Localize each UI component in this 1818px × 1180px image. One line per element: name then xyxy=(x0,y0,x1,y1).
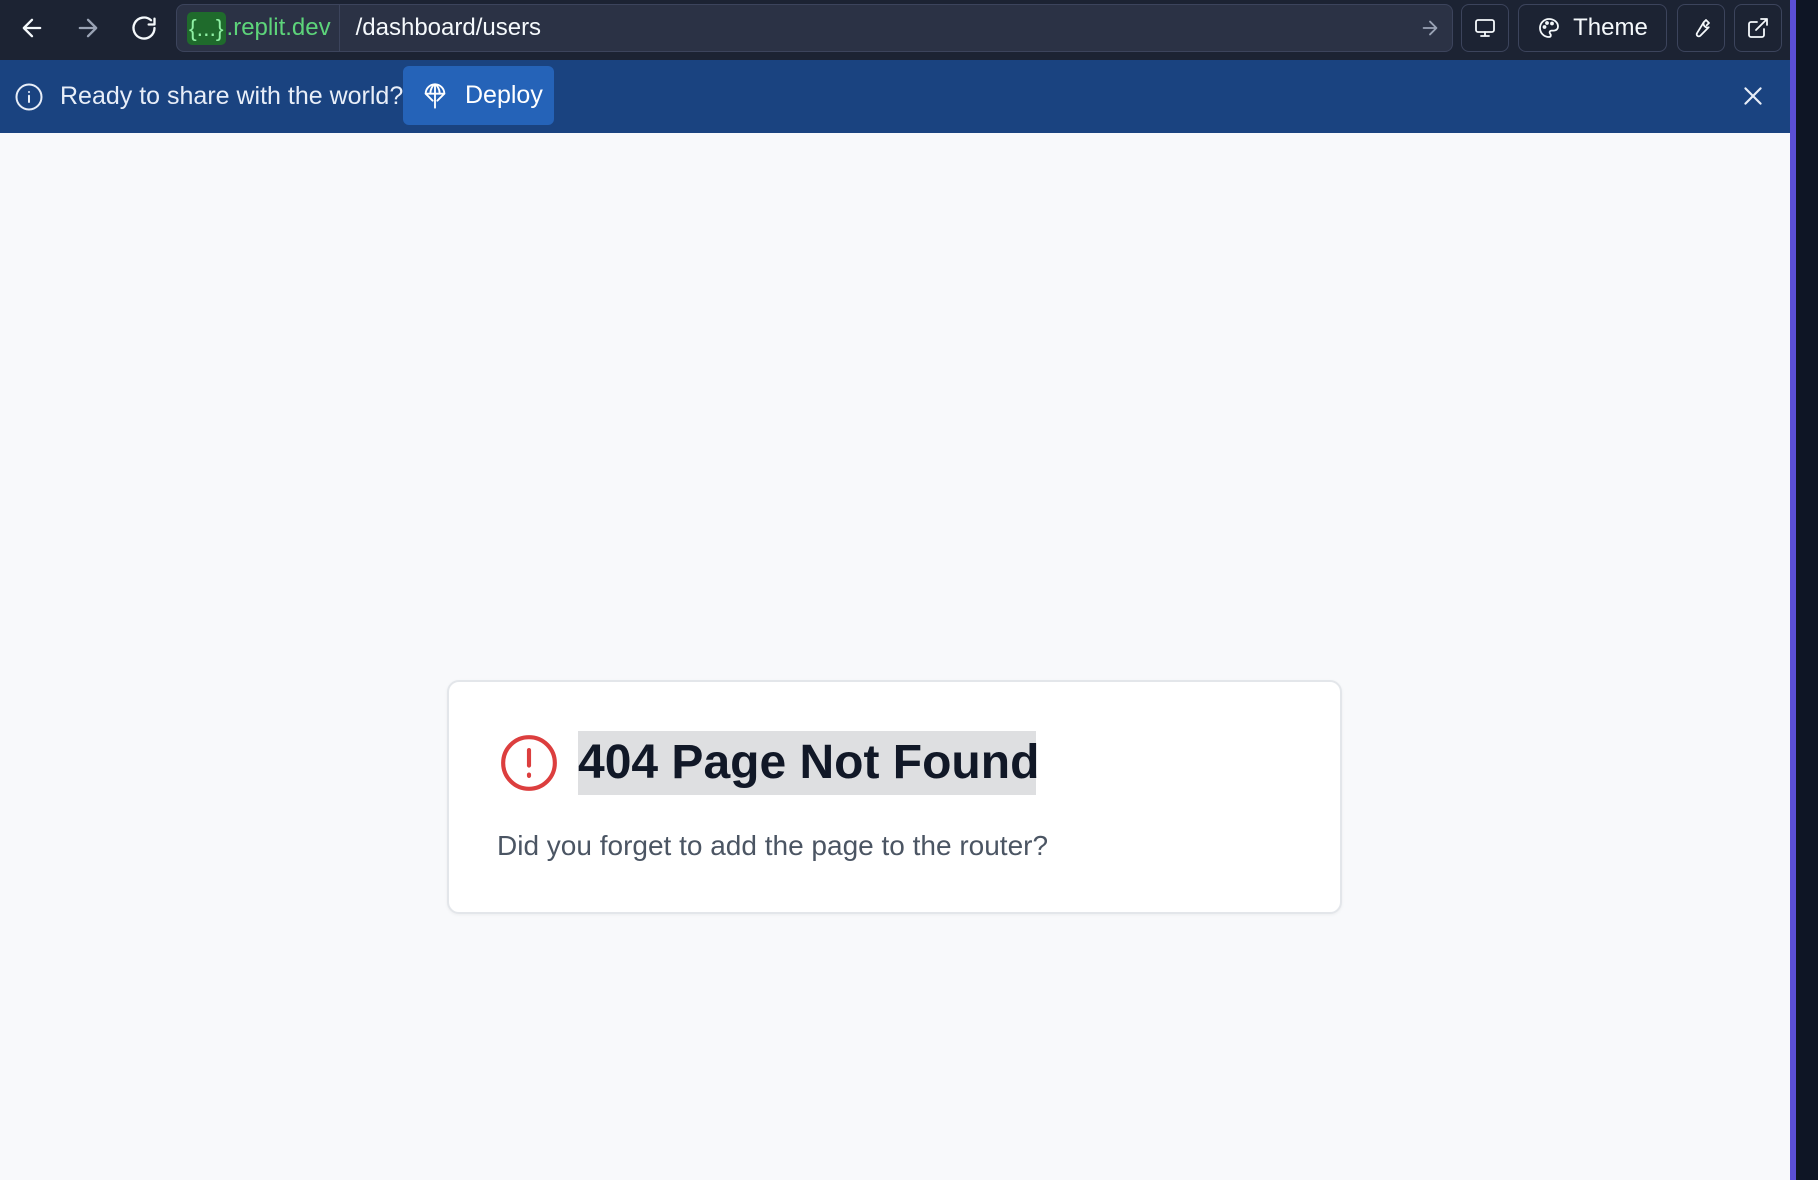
back-arrow-icon xyxy=(22,18,42,38)
info-icon xyxy=(15,83,43,111)
close-icon xyxy=(1744,87,1762,105)
theme-label: Theme xyxy=(1573,14,1648,41)
wrench-icon xyxy=(1695,19,1710,38)
devtools-button[interactable] xyxy=(1677,4,1725,52)
monitor-icon xyxy=(1475,19,1495,37)
app-preview: 404 Page Not Found Did you forget to add… xyxy=(0,133,1790,1180)
deploy-button[interactable]: Deploy xyxy=(403,66,554,125)
error-title: 404 Page Not Found xyxy=(578,731,1039,795)
banner-close-button[interactable] xyxy=(1735,78,1771,114)
browser-toolbar: {...} .replit.dev /dashboard/users Theme xyxy=(0,0,1790,60)
banner-message: Ready to share with the world? xyxy=(60,82,404,110)
device-preview-button[interactable] xyxy=(1461,4,1509,52)
url-path-input[interactable]: /dashboard/users xyxy=(340,14,1408,42)
external-link-icon xyxy=(1748,18,1768,38)
deploy-icon xyxy=(424,82,446,109)
open-new-tab-button[interactable] xyxy=(1734,4,1782,52)
palette-icon xyxy=(1539,18,1560,38)
theme-button[interactable]: Theme xyxy=(1518,4,1667,52)
url-go-button[interactable] xyxy=(1408,5,1452,51)
reload-button[interactable] xyxy=(122,8,166,48)
error-description: Did you forget to add the page to the ro… xyxy=(497,830,1049,861)
browser-window: {...} .replit.dev /dashboard/users Theme… xyxy=(0,0,1818,1180)
url-go-arrow-icon xyxy=(1422,20,1438,36)
alert-circle-icon xyxy=(501,735,557,791)
forward-arrow-icon xyxy=(78,18,98,38)
address-bar[interactable]: {...} .replit.dev /dashboard/users xyxy=(176,4,1453,52)
url-domain: {...} .replit.dev xyxy=(177,5,340,51)
error-card: 404 Page Not Found Did you forget to add… xyxy=(447,680,1342,914)
deploy-banner: Ready to share with the world? Deploy xyxy=(0,60,1790,133)
domain-text: .replit.dev xyxy=(226,14,331,41)
window-edge-accent xyxy=(1790,0,1796,1180)
forward-button[interactable] xyxy=(66,8,110,48)
back-button[interactable] xyxy=(10,8,54,48)
deploy-label: Deploy xyxy=(465,81,543,109)
reload-icon xyxy=(132,16,156,40)
domain-badge: {...} xyxy=(187,11,226,45)
